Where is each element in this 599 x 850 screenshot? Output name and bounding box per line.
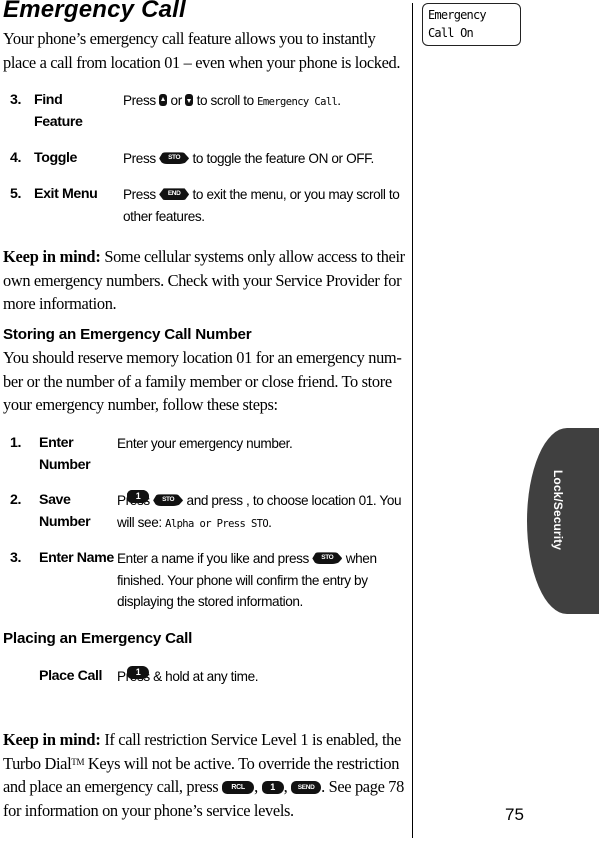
phone-display: Emergency Call On bbox=[422, 3, 521, 46]
send-key-icon: SEND bbox=[291, 780, 322, 794]
step-label: Find Feature bbox=[34, 92, 83, 130]
step-label: Enter Name bbox=[39, 550, 114, 566]
page-number: 75 bbox=[505, 805, 524, 824]
keep-in-mind-note-2: Keep in mind: If call restriction Servic… bbox=[3, 728, 405, 822]
step-description: Press & hold 1 at any time. bbox=[117, 666, 399, 688]
note-text: , bbox=[254, 777, 258, 796]
step-description: Enter your emergency number. bbox=[117, 436, 293, 451]
end-key-icon: END bbox=[159, 188, 190, 201]
step-number: 2. bbox=[10, 492, 22, 508]
section-heading-storing: Storing an Emergency Call Number bbox=[3, 326, 252, 343]
desc-text: Press bbox=[123, 151, 156, 166]
step-label: Toggle bbox=[34, 150, 78, 166]
desc-text: . bbox=[337, 93, 341, 108]
up-arrow-key-icon bbox=[159, 94, 168, 107]
display-line-2: Call On bbox=[428, 26, 474, 40]
storing-paragraph: You should reserve memory location 01 fo… bbox=[3, 348, 402, 414]
down-arrow-key-icon bbox=[185, 94, 194, 107]
step-label: Save Number bbox=[39, 492, 91, 530]
rcl-key-icon: RCL bbox=[222, 780, 255, 794]
desc-text: and press bbox=[186, 493, 244, 508]
step-label: Exit Menu bbox=[34, 186, 98, 202]
one-key-icon: 1 bbox=[261, 780, 284, 794]
note-text: , bbox=[283, 777, 288, 796]
one-key-icon: 1 bbox=[127, 666, 149, 679]
desc-text: Press bbox=[123, 187, 156, 202]
step-description: Enter a name if you like and press STO w… bbox=[117, 548, 407, 613]
sto-key-icon: STO bbox=[159, 152, 190, 165]
desc-text: Press bbox=[123, 93, 156, 108]
note-lead: Keep in mind: bbox=[3, 247, 101, 266]
trademark-symbol: TM bbox=[71, 756, 85, 767]
step-description: Press END to exit the menu, or you may s… bbox=[123, 184, 405, 227]
one-key-icon: 1 bbox=[127, 490, 149, 503]
step-label: Enter Number bbox=[39, 435, 91, 473]
step-number: 1. bbox=[10, 435, 22, 451]
step-description: Press STO to toggle the feature ON or OF… bbox=[123, 148, 405, 170]
section-heading-placing: Placing an Emergency Call bbox=[3, 630, 193, 647]
step-number: 3. bbox=[10, 92, 22, 108]
note-lead: Keep in mind: bbox=[3, 730, 101, 749]
desc-text: , bbox=[246, 493, 250, 508]
desc-text: . bbox=[268, 514, 272, 530]
desc-text: Enter a name if you like and press bbox=[117, 551, 309, 566]
page-title: Emergency Call bbox=[3, 0, 186, 23]
column-divider bbox=[412, 3, 413, 838]
step-number: 4. bbox=[10, 150, 22, 166]
lcd-inline-text: Alpha or Press STO bbox=[165, 517, 269, 530]
desc-text: at any time. bbox=[192, 669, 259, 684]
desc-text: to scroll to bbox=[196, 93, 255, 108]
step-number: 5. bbox=[10, 186, 22, 202]
keep-in-mind-note: Keep in mind: Some cellular systems only… bbox=[3, 245, 405, 316]
side-tab-label: Lock/Security bbox=[551, 470, 565, 550]
desc-text: to toggle the feature ON or OFF. bbox=[192, 151, 375, 166]
intro-paragraph: Your phone’s emergency call feature allo… bbox=[3, 29, 401, 72]
step-description: Press or to scroll to Emergency Call. bbox=[123, 90, 405, 114]
step-description: Press STO and press 0, 1 to choose locat… bbox=[117, 490, 407, 535]
manual-page: Emergency Call Your phone’s emergency ca… bbox=[0, 0, 599, 850]
step-label: Place Call bbox=[39, 668, 103, 684]
desc-text: or bbox=[170, 93, 183, 108]
step-number: 3. bbox=[10, 550, 22, 566]
sto-key-icon: STO bbox=[153, 494, 184, 507]
display-line-1: Emergency bbox=[428, 8, 487, 22]
sto-key-icon: STO bbox=[312, 552, 343, 565]
lcd-inline-text: Emergency Call bbox=[257, 96, 338, 108]
